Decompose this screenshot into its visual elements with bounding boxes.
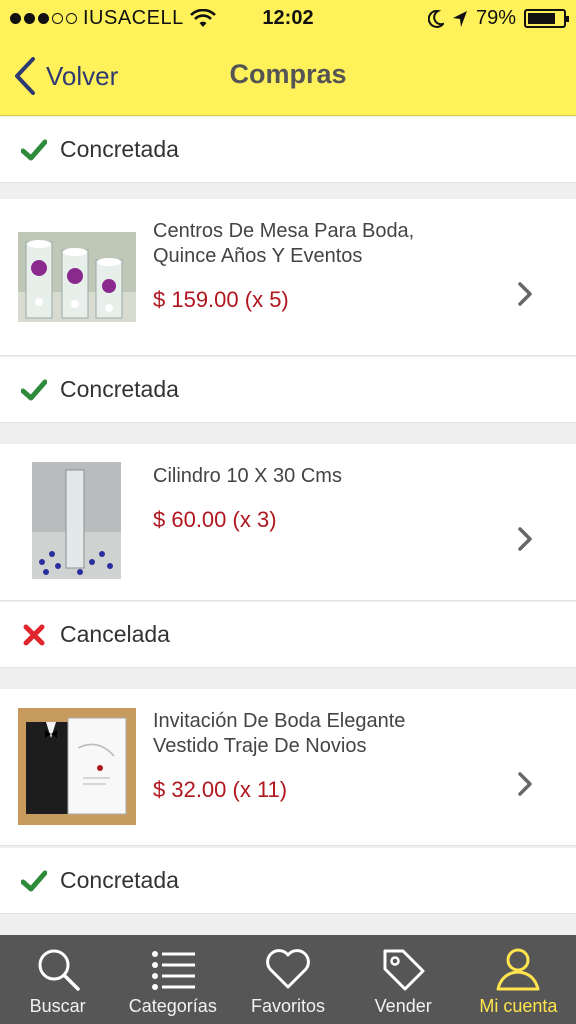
search-icon — [38, 949, 80, 991]
product-title: Cilindro 10 X 30 Cms — [153, 464, 483, 489]
tab-bar: Buscar Categorías Favoritos Vender Mi cu… — [0, 935, 576, 1024]
check-icon — [20, 136, 48, 164]
product-thumbnail-invitation — [18, 708, 136, 825]
location-arrow-icon — [452, 10, 467, 27]
chevron-left-icon — [15, 57, 35, 95]
product-price: $ 159.00 (x 5) — [153, 287, 289, 312]
product-title: Centros De Mesa Para Boda, Quince Años Y… — [153, 219, 483, 269]
order-item-row[interactable]: Invitación De Boda Elegante Vestido Traj… — [0, 689, 576, 846]
status-right: 79% — [427, 7, 569, 30]
tab-label: Vender — [374, 996, 432, 1016]
order-item-row[interactable]: Centros De Mesa Para Boda, Quince Años Y… — [0, 199, 576, 356]
product-title-line2: Vestido Traje De Novios — [153, 735, 367, 757]
product-title-line1: Cilindro 10 X 30 Cms — [153, 465, 342, 487]
order-status-row: Cancelada — [0, 602, 576, 668]
product-title: Invitación De Boda Elegante Vestido Traj… — [153, 709, 483, 759]
tab-label: Buscar — [29, 996, 86, 1016]
back-button[interactable]: Volver — [14, 56, 118, 96]
product-price: $ 60.00 (x 3) — [153, 507, 277, 532]
tab-categorias[interactable]: Categorías — [115, 935, 230, 1024]
moon-icon — [427, 9, 444, 28]
product-price: $ 32.00 (x 11) — [153, 777, 288, 802]
product-title-line1: Centros De Mesa Para Boda, — [153, 220, 415, 242]
product-thumbnail-centerpieces — [18, 232, 136, 322]
battery-level — [528, 13, 555, 24]
list-icon — [151, 951, 195, 990]
back-label: Volver — [46, 60, 119, 91]
chevron-right-icon — [518, 772, 532, 796]
user-icon — [496, 948, 540, 991]
battery-percent: 79% — [475, 7, 516, 29]
nav-bar: Volver Compras — [0, 46, 576, 106]
order-status-label: Cancelada — [60, 621, 170, 647]
order-status-label: Concretada — [60, 867, 179, 893]
tag-icon — [383, 949, 425, 991]
tab-favoritos[interactable]: Favoritos — [230, 935, 345, 1024]
tab-label: Mi cuenta — [479, 996, 558, 1016]
tab-label: Favoritos — [250, 996, 326, 1016]
order-item-row[interactable]: Cilindro 10 X 30 Cms $ 60.00 (x 3) — [0, 444, 576, 601]
product-title-line1: Invitación De Boda Elegante — [153, 710, 406, 732]
order-status-row: Concretada — [0, 848, 576, 914]
x-mark-icon — [20, 621, 48, 649]
tab-label: Categorías — [128, 996, 217, 1016]
heart-icon — [266, 949, 310, 989]
tab-vender[interactable]: Vender — [346, 935, 461, 1024]
order-status-label: Concretada — [60, 376, 179, 402]
chevron-right-icon — [518, 527, 532, 551]
chevron-right-icon — [518, 282, 532, 306]
status-bar: IUSACELL 12:02 79% — [0, 0, 576, 38]
order-status-row: Concretada — [0, 117, 576, 183]
orders-list[interactable]: Concretada Centros De Mesa Para Boda, Qu… — [0, 117, 576, 935]
order-status-label: Concretada — [60, 136, 179, 162]
app-header: IUSACELL 12:02 79% Volver Compras — [0, 0, 576, 116]
product-thumbnail-cylinder — [32, 462, 121, 579]
tab-buscar[interactable]: Buscar — [0, 935, 115, 1024]
tab-mi-cuenta[interactable]: Mi cuenta — [461, 935, 576, 1024]
product-title-line2: Quince Años Y Eventos — [153, 245, 363, 267]
check-icon — [20, 376, 48, 404]
order-status-row: Concretada — [0, 357, 576, 423]
check-icon — [20, 867, 48, 895]
battery-icon — [524, 9, 569, 28]
